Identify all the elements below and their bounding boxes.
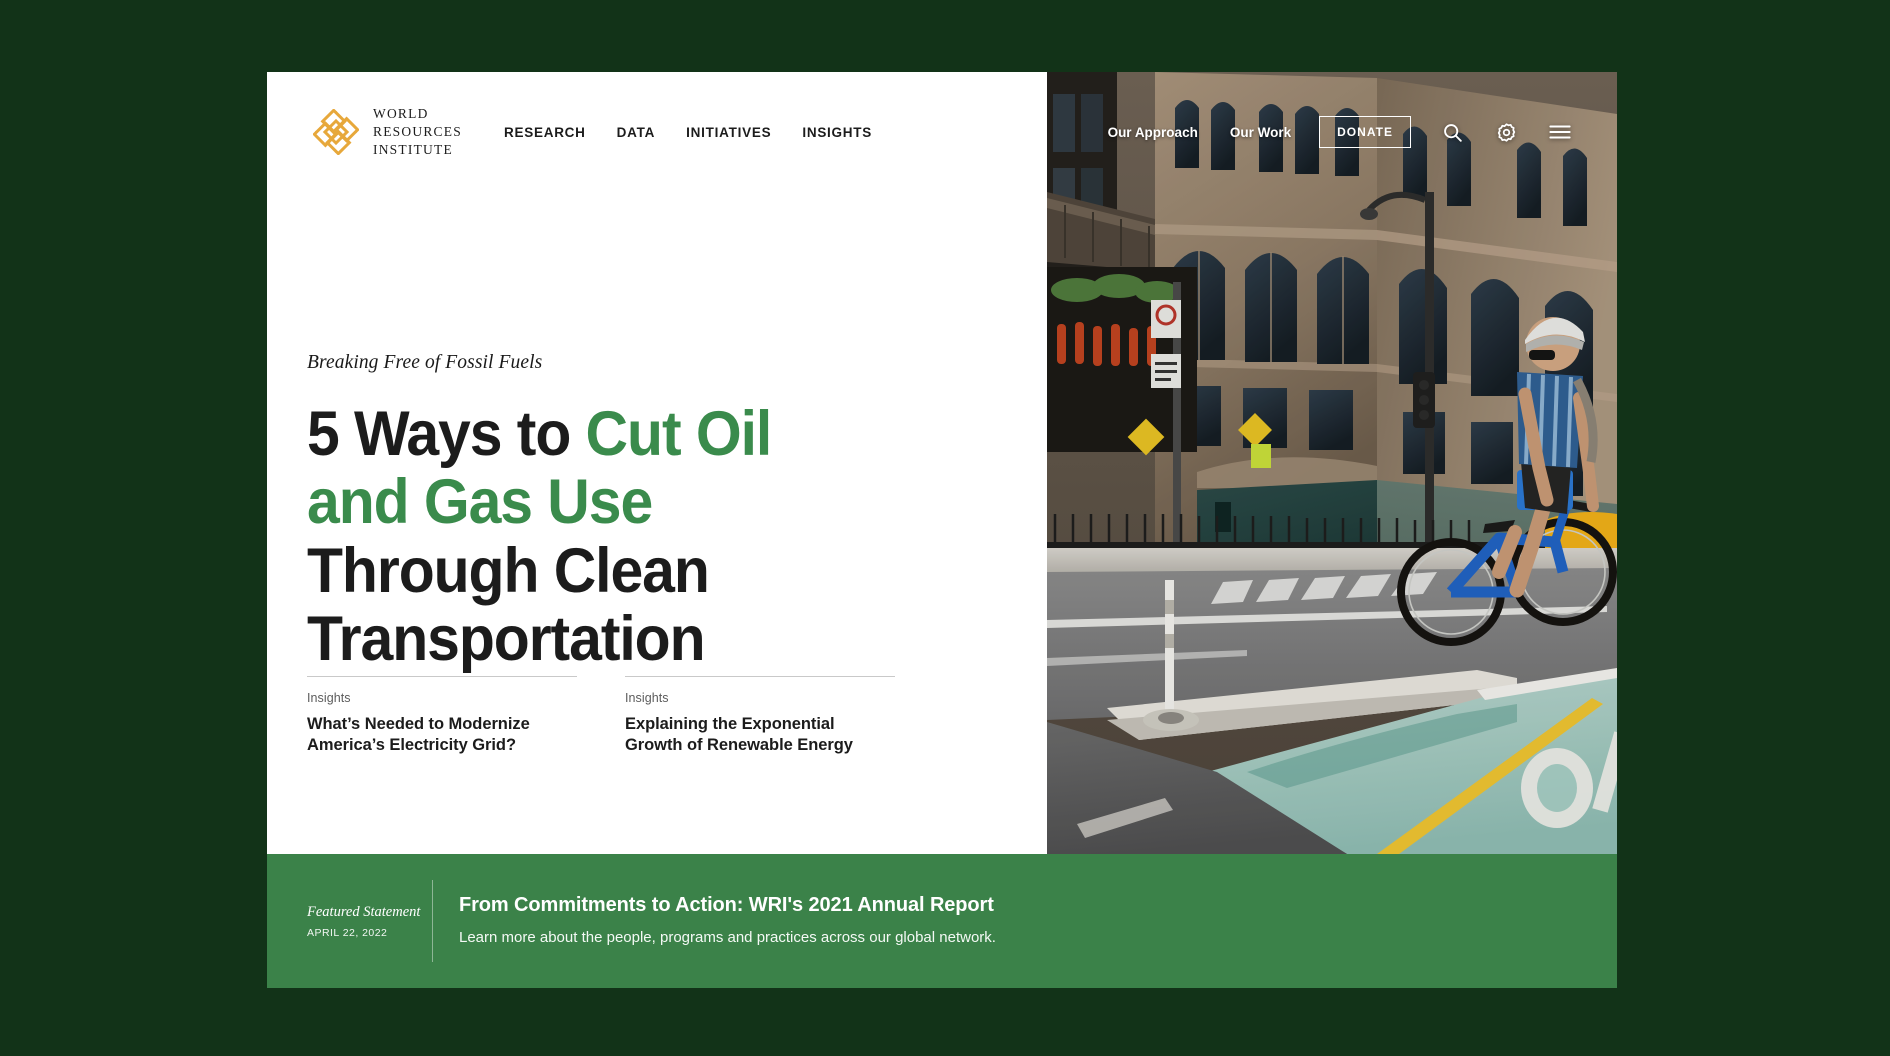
featured-label: Featured Statement (307, 904, 421, 921)
search-icon (1443, 123, 1462, 142)
hero-eyebrow: Breaking Free of Fossil Fuels (307, 352, 543, 373)
hero-photo (1047, 72, 1617, 854)
featured-description: Learn more about the people, programs an… (459, 929, 996, 947)
teaser-title: What’s Needed to Modernize America’s Ele… (307, 715, 530, 755)
related-articles: Insights What’s Needed to Modernize Amer… (307, 676, 895, 756)
homepage-hero-card: Breaking Free of Fossil Fuels 5 Ways to … (267, 72, 1617, 988)
nav-item-research[interactable]: RESEARCH (504, 125, 586, 140)
featured-statement-bar: Featured Statement APRIL 22, 2022 From C… (267, 854, 1617, 988)
brand-wordmark: WORLD RESOURCES INSTITUTE (373, 105, 462, 159)
teaser-title: Explaining the Exponential Growth of Ren… (625, 715, 853, 755)
brand-line-3: INSTITUTE (373, 141, 453, 157)
hero-section: Breaking Free of Fossil Fuels 5 Ways to … (267, 72, 1617, 854)
settings-button[interactable] (1493, 119, 1519, 145)
nav-item-our-approach[interactable]: Our Approach (1108, 125, 1198, 140)
featured-title-link[interactable]: From Commitments to Action: WRI's 2021 A… (459, 893, 996, 918)
teaser-card-2[interactable]: Insights Explaining the Exponential Grow… (625, 676, 895, 756)
featured-body: From Commitments to Action: WRI's 2021 A… (433, 893, 996, 948)
headline-part-2: Through Clean Transportation (307, 535, 710, 675)
featured-meta: Featured Statement APRIL 22, 2022 (307, 903, 432, 939)
hero-text-panel: Breaking Free of Fossil Fuels 5 Ways to … (267, 72, 1047, 854)
featured-date: APRIL 22, 2022 (307, 926, 388, 939)
nav-item-initiatives[interactable]: INITIATIVES (686, 125, 771, 140)
menu-button[interactable] (1547, 119, 1573, 145)
search-button[interactable] (1439, 119, 1465, 145)
header-utilities: Our Approach Our Work DONATE (1108, 116, 1573, 148)
teaser-kicker: Insights (625, 691, 669, 705)
brand-line-2: RESOURCES (373, 124, 462, 140)
hero-photo-panel (1047, 72, 1617, 854)
wri-knot-logo-icon (313, 108, 359, 155)
brand-line-1: WORLD (373, 106, 429, 122)
hero-copy: Breaking Free of Fossil Fuels 5 Ways to … (307, 352, 1007, 673)
primary-navigation: RESEARCH DATA INITIATIVES INSIGHTS (504, 125, 872, 140)
teaser-kicker: Insights (307, 691, 351, 705)
nav-item-insights[interactable]: INSIGHTS (802, 125, 872, 140)
nav-item-our-work[interactable]: Our Work (1230, 125, 1291, 140)
donate-button[interactable]: DONATE (1319, 116, 1411, 148)
secondary-navigation: Our Approach Our Work (1108, 125, 1292, 140)
gear-icon (1497, 122, 1515, 142)
site-logo[interactable]: WORLD RESOURCES INSTITUTE (313, 105, 462, 159)
page-title: 5 Ways to Cut Oil and Gas Use Through Cl… (307, 399, 887, 675)
teaser-card-1[interactable]: Insights What’s Needed to Modernize Amer… (307, 676, 577, 756)
nav-item-data[interactable]: DATA (617, 125, 655, 140)
headline-part-1: 5 Ways to (307, 399, 586, 469)
hamburger-menu-icon (1549, 125, 1571, 139)
page-background: Breaking Free of Fossil Fuels 5 Ways to … (0, 0, 1890, 1056)
